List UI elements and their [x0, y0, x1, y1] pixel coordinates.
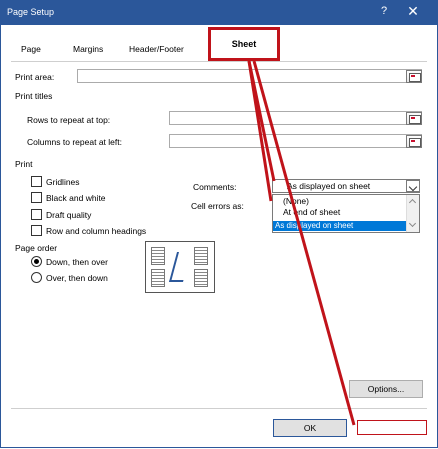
- page-setup-dialog: Page Setup ? ✕ Page Margins Header/Foote…: [0, 0, 438, 448]
- annotation-arrows: [247, 60, 356, 426]
